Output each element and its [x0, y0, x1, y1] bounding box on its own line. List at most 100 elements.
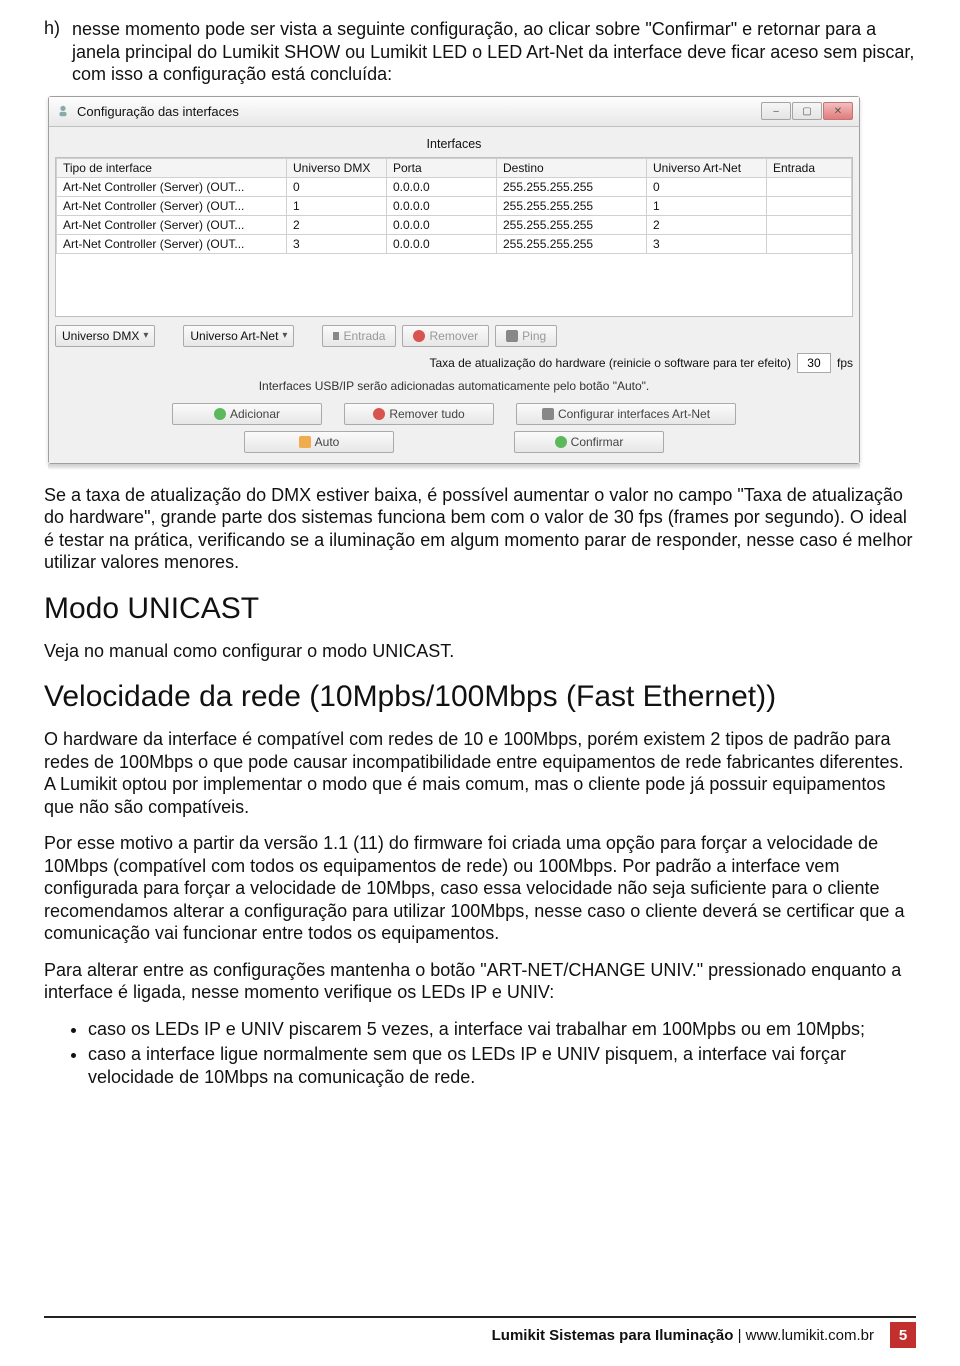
fps-label: Taxa de atualização do hardware (reinici…	[429, 356, 791, 370]
minimize-button[interactable]: –	[761, 102, 791, 120]
app-icon	[55, 103, 71, 119]
page-number: 5	[890, 1322, 916, 1348]
button-label: Remover tudo	[389, 407, 464, 421]
cell: 0.0.0.0	[387, 196, 497, 215]
entrada-button[interactable]: Entrada	[322, 325, 396, 347]
ping-button[interactable]: Ping	[495, 325, 557, 347]
star-icon	[299, 436, 311, 448]
close-button[interactable]: ✕	[823, 102, 853, 120]
window-titlebar: Configuração das interfaces – ▢ ✕	[49, 97, 859, 127]
confirmar-button[interactable]: Confirmar	[514, 431, 664, 453]
cell: 255.255.255.255	[497, 234, 647, 253]
paragraph-vel1: O hardware da interface é compatível com…	[44, 728, 916, 818]
col-tipo[interactable]: Tipo de interface	[57, 158, 287, 177]
remove-icon	[413, 330, 425, 342]
cell: 0	[647, 177, 767, 196]
cell: 3	[287, 234, 387, 253]
interfaces-table-wrap: Tipo de interface Universo DMX Porta Des…	[55, 157, 853, 317]
adicionar-button[interactable]: Adicionar	[172, 403, 322, 425]
bullet-list: caso os LEDs IP e UNIV piscarem 5 vezes,…	[44, 1018, 916, 1089]
button-label: Ping	[522, 329, 546, 343]
cell: 3	[647, 234, 767, 253]
remover-button[interactable]: Remover	[402, 325, 489, 347]
arrow-left-icon	[333, 332, 339, 340]
check-icon	[555, 436, 567, 448]
controls-row: Universo DMX ▾ Universo Art-Net ▾ Entrad…	[55, 325, 853, 347]
auto-button[interactable]: Auto	[244, 431, 394, 453]
cell: 2	[287, 215, 387, 234]
remover-tudo-button[interactable]: Remover tudo	[344, 403, 494, 425]
cell: 255.255.255.255	[497, 215, 647, 234]
cell: 255.255.255.255	[497, 177, 647, 196]
col-uan[interactable]: Universo Art-Net	[647, 158, 767, 177]
button-label: Confirmar	[571, 435, 624, 449]
table-row[interactable]: Art-Net Controller (Server) (OUT...20.0.…	[57, 215, 852, 234]
cell: Art-Net Controller (Server) (OUT...	[57, 196, 287, 215]
cell: 1	[647, 196, 767, 215]
screenshot-window: Configuração das interfaces – ▢ ✕ Interf…	[48, 96, 860, 470]
cell: 0	[287, 177, 387, 196]
heading-unicast: Modo UNICAST	[44, 592, 916, 626]
button-label: Adicionar	[230, 407, 280, 421]
section-subtitle: Interfaces	[55, 137, 853, 151]
cell: 0.0.0.0	[387, 177, 497, 196]
cell	[767, 177, 852, 196]
button-label: Entrada	[343, 329, 385, 343]
list-item: caso os LEDs IP e UNIV piscarem 5 vezes,…	[88, 1018, 916, 1041]
table-row[interactable]: Art-Net Controller (Server) (OUT...10.0.…	[57, 196, 852, 215]
button-label: Configurar interfaces Art-Net	[558, 407, 710, 421]
cell	[767, 215, 852, 234]
chevron-down-icon: ▾	[282, 330, 287, 341]
list-marker: h)	[44, 18, 72, 86]
bottom-button-row: Adicionar Remover tudo Configurar interf…	[55, 403, 853, 425]
dropdown-universo-artnet[interactable]: Universo Art-Net ▾	[183, 325, 294, 347]
list-item-text: nesse momento pode ser vista a seguinte …	[72, 18, 916, 86]
cell: 1	[287, 196, 387, 215]
table-row[interactable]: Art-Net Controller (Server) (OUT...00.0.…	[57, 177, 852, 196]
dropdown-label: Universo Art-Net	[190, 329, 278, 343]
dropdown-universo-dmx[interactable]: Universo DMX ▾	[55, 325, 155, 347]
cell: 0.0.0.0	[387, 234, 497, 253]
cell	[767, 196, 852, 215]
table-row[interactable]: Art-Net Controller (Server) (OUT...30.0.…	[57, 234, 852, 253]
paragraph-vel2: Por esse motivo a partir da versão 1.1 (…	[44, 832, 916, 945]
artnet-icon	[542, 408, 554, 420]
paragraph-taxa: Se a taxa de atualização do DMX estiver …	[44, 484, 916, 574]
list-item: caso a interface ligue normalmente sem q…	[88, 1043, 916, 1089]
plus-icon	[214, 408, 226, 420]
button-label: Remover	[429, 329, 478, 343]
col-entrada[interactable]: Entrada	[767, 158, 852, 177]
paragraph-vel3: Para alterar entre as configurações mant…	[44, 959, 916, 1004]
cell: 0.0.0.0	[387, 215, 497, 234]
cell: Art-Net Controller (Server) (OUT...	[57, 215, 287, 234]
page-footer: Lumikit Sistemas para Iluminação | www.l…	[44, 1316, 916, 1348]
cell: Art-Net Controller (Server) (OUT...	[57, 234, 287, 253]
maximize-button[interactable]: ▢	[792, 102, 822, 120]
col-udmx[interactable]: Universo DMX	[287, 158, 387, 177]
footer-url: www.lumikit.com.br	[746, 1327, 874, 1344]
remove-icon	[373, 408, 385, 420]
bottom-button-row-2: Auto Confirmar	[55, 431, 853, 453]
ping-icon	[506, 330, 518, 342]
col-destino[interactable]: Destino	[497, 158, 647, 177]
button-label: Auto	[315, 435, 340, 449]
footer-text: Lumikit Sistemas para Iluminação | www.l…	[492, 1327, 874, 1344]
fps-row: Taxa de atualização do hardware (reinici…	[55, 353, 853, 373]
window-title: Configuração das interfaces	[77, 104, 761, 119]
list-item-h: h) nesse momento pode ser vista a seguin…	[44, 18, 916, 86]
footer-sep: |	[733, 1327, 745, 1344]
fps-unit: fps	[837, 356, 853, 370]
interfaces-table: Tipo de interface Universo DMX Porta Des…	[56, 158, 852, 254]
dropdown-label: Universo DMX	[62, 329, 139, 343]
footer-brand: Lumikit Sistemas para Iluminação	[492, 1327, 734, 1344]
hint-usb: Interfaces USB/IP serão adicionadas auto…	[55, 379, 853, 393]
cell: 255.255.255.255	[497, 196, 647, 215]
config-artnet-button[interactable]: Configurar interfaces Art-Net	[516, 403, 736, 425]
chevron-down-icon: ▾	[143, 330, 148, 341]
paragraph-unicast: Veja no manual como configurar o modo UN…	[44, 640, 916, 663]
cell: 2	[647, 215, 767, 234]
fps-input[interactable]	[797, 353, 831, 373]
heading-velocidade: Velocidade da rede (10Mpbs/100Mbps (Fast…	[44, 680, 916, 714]
cell: Art-Net Controller (Server) (OUT...	[57, 177, 287, 196]
col-porta[interactable]: Porta	[387, 158, 497, 177]
